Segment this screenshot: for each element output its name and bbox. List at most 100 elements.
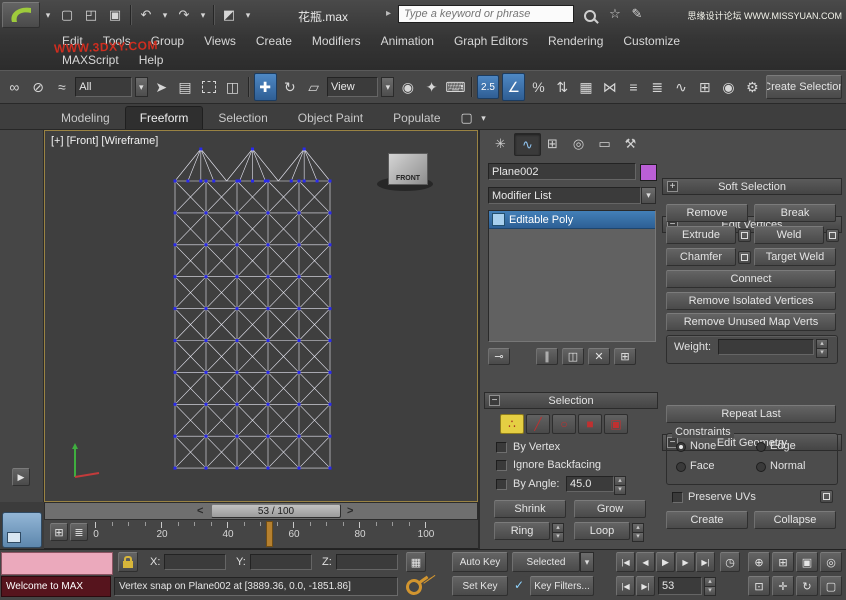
render-setup-icon[interactable]: ⚙	[742, 74, 763, 100]
polygon-subobject-icon[interactable]: ■	[578, 414, 602, 434]
selection-filter-dropdown[interactable]: All	[75, 77, 131, 97]
shrink-button[interactable]: Shrink	[494, 500, 566, 518]
weight-field[interactable]	[718, 339, 814, 355]
tab-populate[interactable]: Populate	[378, 106, 455, 129]
previous-frame-button[interactable]: ◀	[636, 552, 655, 572]
bind-to-spacewarp-icon[interactable]: ≈	[52, 74, 73, 100]
select-and-rotate-icon[interactable]: ↻	[280, 74, 301, 100]
set-key-mode-button[interactable]	[406, 579, 446, 597]
remove-isolated-vertices-button[interactable]: Remove Isolated Vertices	[666, 292, 836, 310]
preserve-uvs-checkbox[interactable]	[672, 492, 683, 503]
mirror-icon[interactable]: ⋈	[599, 74, 620, 100]
pin-stack-icon[interactable]: ⊸	[488, 348, 510, 365]
expand-icon[interactable]	[667, 181, 678, 192]
application-menu-arrow-icon[interactable]: ▾	[42, 4, 54, 26]
extrude-settings-button[interactable]	[738, 229, 751, 242]
time-slider-handle[interactable]: 53 / 100	[211, 504, 341, 518]
target-weld-button[interactable]: Target Weld	[754, 248, 836, 266]
motion-tab-icon[interactable]: ◎	[566, 133, 591, 154]
reference-coordinate-arrow-icon[interactable]	[381, 77, 394, 97]
keyable-check-icon[interactable]	[514, 578, 524, 592]
search-icon[interactable]	[584, 10, 596, 25]
border-subobject-icon[interactable]: ○	[552, 414, 576, 434]
menu-rendering[interactable]: Rendering	[538, 31, 613, 51]
go-to-start-button[interactable]: |◀	[616, 552, 635, 572]
by-angle-spinner[interactable]	[614, 476, 626, 495]
menu-modifiers[interactable]: Modifiers	[302, 31, 371, 51]
selection-region-icon[interactable]	[198, 74, 219, 100]
hierarchy-tab-icon[interactable]: ⊞	[540, 133, 565, 154]
object-name-input[interactable]	[488, 163, 636, 180]
unlink-selection-icon[interactable]: ⊘	[28, 74, 49, 100]
remove-button[interactable]: Remove	[666, 204, 748, 222]
loop-spinner[interactable]	[632, 523, 644, 542]
collapse-icon[interactable]	[489, 395, 500, 406]
collapse-button[interactable]: Collapse	[754, 511, 836, 529]
time-slider-track[interactable]: < 53 / 100 >	[44, 502, 478, 520]
next-frame-button[interactable]: ▶	[676, 552, 695, 572]
application-menu-button[interactable]	[2, 2, 40, 28]
auto-key-button[interactable]: Auto Key	[452, 552, 508, 572]
open-explorer-arrow-button[interactable]: ▶	[12, 468, 30, 486]
rollout-soft-selection[interactable]: Soft Selection	[662, 178, 842, 195]
by-angle-checkbox[interactable]	[496, 479, 507, 490]
set-key-button[interactable]: Set Key	[452, 576, 508, 596]
break-button[interactable]: Break	[754, 204, 836, 222]
repeat-last-button[interactable]: Repeat Last	[666, 405, 836, 423]
frame-back-arrow[interactable]: <	[197, 505, 203, 517]
by-angle-field[interactable]: 45.0	[566, 476, 614, 492]
edge-subobject-icon[interactable]: ╱	[526, 414, 550, 434]
by-vertex-checkbox[interactable]	[496, 442, 507, 453]
undo-icon[interactable]: ↶	[135, 4, 157, 26]
ring-button[interactable]: Ring	[494, 522, 550, 540]
create-tab-icon[interactable]: ✳	[488, 133, 513, 154]
weld-button[interactable]: Weld	[754, 226, 824, 244]
go-to-end-button[interactable]: ▶|	[696, 552, 715, 572]
ribbon-minimize-icon[interactable]: ▾	[478, 107, 490, 129]
curve-editor-icon[interactable]: ∿	[671, 74, 692, 100]
tab-modeling[interactable]: Modeling	[46, 106, 125, 129]
constraint-face-radio[interactable]	[676, 462, 686, 472]
menu-create[interactable]: Create	[246, 31, 302, 51]
favorites-star-icon[interactable]: ☆	[604, 3, 626, 25]
workspace-dropdown-icon[interactable]: ▾	[242, 4, 254, 26]
tab-object-paint[interactable]: Object Paint	[283, 106, 378, 129]
use-pivot-center-icon[interactable]: ◉	[397, 74, 418, 100]
preserve-uvs-settings-button[interactable]	[820, 490, 833, 503]
maximize-viewport-icon[interactable]: ▢	[820, 576, 842, 596]
select-and-manipulate-icon[interactable]: ✦	[421, 74, 442, 100]
vertex-subobject-icon[interactable]: ∴	[500, 414, 524, 434]
select-object-icon[interactable]: ➤	[151, 74, 172, 100]
spinner-snap-icon[interactable]: ⇅	[552, 74, 573, 100]
window-crossing-icon[interactable]: ◫	[222, 74, 243, 100]
x-coordinate-field[interactable]	[164, 554, 226, 570]
material-editor-icon[interactable]: ◉	[718, 74, 739, 100]
selection-filter-arrow-icon[interactable]	[135, 77, 148, 97]
ignore-backfacing-checkbox[interactable]	[496, 460, 507, 471]
modifier-stack[interactable]: Editable Poly	[488, 210, 656, 342]
frame-forward-arrow[interactable]: >	[347, 505, 353, 517]
maxscript-mini-listener[interactable]: Welcome to MAX	[1, 576, 111, 597]
show-end-result-icon[interactable]: ∥	[536, 348, 558, 365]
current-frame-marker[interactable]	[266, 521, 273, 547]
rollout-selection[interactable]: Selection	[484, 392, 658, 409]
select-and-move-icon[interactable]: ✚	[254, 73, 277, 101]
create-selection-set-button[interactable]: Create Selection	[766, 75, 842, 99]
field-of-view-icon[interactable]: ◎	[820, 552, 842, 572]
open-file-icon[interactable]: ◰	[80, 4, 102, 26]
time-configuration-icon[interactable]: ◷	[720, 552, 740, 572]
constraint-edge-radio[interactable]	[756, 442, 766, 452]
align-icon[interactable]: ≡	[623, 74, 644, 100]
modify-tab-icon[interactable]: ∿	[514, 133, 541, 156]
y-coordinate-field[interactable]	[250, 554, 312, 570]
stack-item-editable-poly[interactable]: Editable Poly	[489, 211, 655, 229]
element-subobject-icon[interactable]: ▣	[604, 414, 628, 434]
next-key-button[interactable]: ▶|	[636, 576, 655, 596]
named-selection-sets-icon[interactable]: ▦	[576, 74, 597, 100]
selected-dropdown-arrow-icon[interactable]	[580, 552, 594, 572]
angle-snap-icon[interactable]: ∠	[502, 73, 525, 101]
redo-dropdown-icon[interactable]: ▾	[197, 4, 209, 26]
key-filters-button[interactable]: Key Filters...	[530, 576, 594, 596]
undo-dropdown-icon[interactable]: ▾	[159, 4, 171, 26]
select-and-scale-icon[interactable]: ▱	[303, 74, 324, 100]
